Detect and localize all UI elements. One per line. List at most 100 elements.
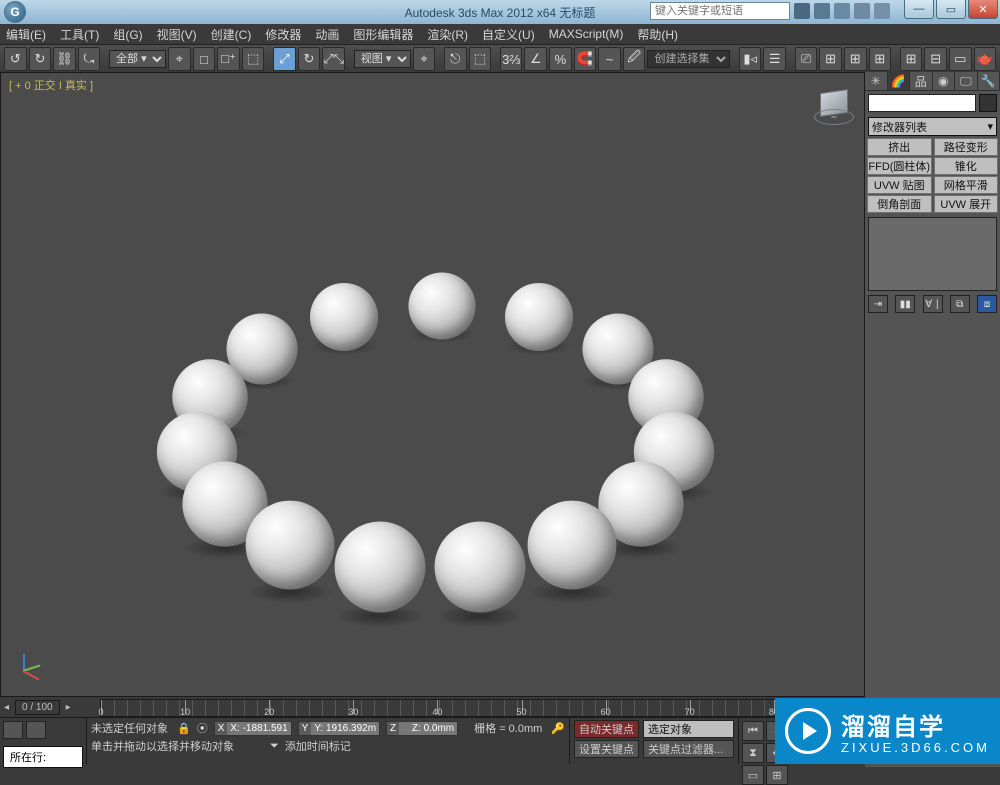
create-tab-icon[interactable]: ✳ bbox=[865, 72, 888, 90]
window-crossing-button[interactable]: ⬚ bbox=[242, 47, 265, 71]
fov-button[interactable]: ▭ bbox=[742, 765, 764, 785]
angle-snap-button[interactable]: ∠ bbox=[524, 47, 547, 71]
rotate-button[interactable]: ↻ bbox=[298, 47, 321, 71]
auto-key-button[interactable]: 自动关键点 bbox=[574, 720, 639, 738]
object-name-input[interactable] bbox=[868, 94, 976, 112]
render-iterative-button[interactable]: 🫖 bbox=[974, 47, 997, 71]
make-unique-button[interactable]: ∀ ∣ bbox=[923, 295, 943, 313]
modifier-list-dropdown[interactable]: 修改器列表▾ bbox=[868, 117, 997, 136]
viewcube[interactable] bbox=[812, 85, 854, 127]
ref-coord-dropdown[interactable]: 视图 ▾ bbox=[354, 50, 411, 68]
maximize-button[interactable]: ▭ bbox=[936, 0, 966, 19]
mod-btn-pathdeform[interactable]: 路径变形 bbox=[934, 138, 999, 156]
schematic-view-button[interactable]: ⊞ bbox=[844, 47, 867, 71]
mod-btn-uvwunwrap[interactable]: UVW 展开 bbox=[934, 195, 999, 213]
render-production-button[interactable]: ▭ bbox=[949, 47, 972, 71]
menu-tools[interactable]: 工具(T) bbox=[60, 26, 99, 43]
use-center-button[interactable]: ⌖ bbox=[413, 47, 436, 71]
selection-filter-dropdown[interactable]: 全部 ▾ bbox=[109, 50, 166, 68]
select-name-button[interactable]: □ bbox=[193, 47, 216, 71]
menu-rendering[interactable]: 渲染(R) bbox=[427, 26, 468, 43]
coord-x[interactable]: XX: -1881.591 bbox=[214, 721, 292, 736]
menu-group[interactable]: 组(G) bbox=[113, 26, 142, 43]
scale-button[interactable]: ⤢⤡ bbox=[322, 47, 345, 71]
menu-customize[interactable]: 自定义(U) bbox=[482, 26, 535, 43]
mod-btn-extrude[interactable]: 挤出 bbox=[867, 138, 932, 156]
link-button[interactable]: ⛓ bbox=[53, 47, 76, 71]
show-end-result-button[interactable]: ▮▮ bbox=[895, 295, 915, 313]
select-object-button[interactable]: ⌖ bbox=[168, 47, 191, 71]
max-viewport-button[interactable]: ⊞ bbox=[766, 765, 788, 785]
menu-help[interactable]: 帮助(H) bbox=[637, 26, 678, 43]
select-manipulate-button[interactable]: ⎋ bbox=[444, 47, 467, 71]
modify-tab-icon[interactable]: 🌈 bbox=[888, 72, 911, 90]
subscription-icon[interactable] bbox=[814, 3, 830, 19]
timeline-next-icon[interactable]: ▸ bbox=[66, 702, 71, 713]
unlink-button[interactable]: ⤿ bbox=[78, 47, 101, 71]
redo-button[interactable]: ↻ bbox=[29, 47, 52, 71]
keyboard-shortcut-button[interactable]: ⬚ bbox=[469, 47, 492, 71]
menu-maxscript[interactable]: MAXScript(M) bbox=[549, 27, 624, 41]
mod-btn-taper[interactable]: 锥化 bbox=[934, 157, 999, 175]
mod-btn-bevelprofile[interactable]: 倒角剖面 bbox=[867, 195, 932, 213]
menu-edit[interactable]: 编辑(E) bbox=[6, 26, 46, 43]
motion-tab-icon[interactable]: ◉ bbox=[933, 72, 956, 90]
material-editor-button[interactable]: ⊞ bbox=[869, 47, 892, 71]
configure-sets-button[interactable]: ⧈ bbox=[977, 295, 997, 313]
infocenter-search-input[interactable] bbox=[650, 2, 790, 20]
lock-selection-icon[interactable]: 🔒 bbox=[177, 722, 191, 735]
named-selection-sets-dropdown[interactable]: 创建选择集 bbox=[647, 50, 730, 68]
menu-grapheditors[interactable]: 图形编辑器 bbox=[353, 26, 413, 43]
selection-sets-dropdown[interactable]: 选定对象 bbox=[643, 720, 734, 738]
favorite-icon[interactable] bbox=[854, 3, 870, 19]
exchange-icon[interactable] bbox=[834, 3, 850, 19]
named-sel-edit-icon[interactable]: 🖉 bbox=[623, 47, 646, 71]
coord-y[interactable]: YY: 1916.392m bbox=[298, 721, 380, 736]
hierarchy-tab-icon[interactable]: 品 bbox=[910, 72, 933, 90]
time-config-button[interactable]: ⧗ bbox=[742, 743, 764, 763]
time-slider[interactable]: ◂ 0 / 100 ▸ 0102030405060708090 bbox=[0, 697, 865, 718]
pin-stack-button[interactable]: ⇥ bbox=[868, 295, 888, 313]
isolate-icon[interactable]: ⦿ bbox=[197, 720, 208, 736]
search-icon[interactable] bbox=[794, 3, 810, 19]
set-key-button[interactable]: 设置关键点 bbox=[574, 740, 639, 758]
snap-toggle-button[interactable]: 3⅔ bbox=[500, 47, 523, 71]
modifier-stack[interactable] bbox=[868, 217, 997, 291]
undo-button[interactable]: ↺ bbox=[4, 47, 27, 71]
add-time-tag-label[interactable]: 添加时间标记 bbox=[285, 738, 351, 754]
viewport-label[interactable]: [ + 0 正交 I 真实 ] bbox=[9, 77, 93, 93]
minimize-button[interactable]: — bbox=[904, 0, 934, 19]
menu-animation[interactable]: 动画 bbox=[315, 26, 339, 43]
key-filters-button[interactable]: 关键点过滤器... bbox=[643, 740, 734, 758]
mirror-button[interactable]: ▮◃ bbox=[739, 47, 762, 71]
mod-btn-ffdcyl[interactable]: FFD(圆柱体) bbox=[867, 157, 932, 175]
percent-snap-button[interactable]: % bbox=[549, 47, 572, 71]
help-icon[interactable] bbox=[874, 3, 890, 19]
key-icon[interactable]: 🔑 bbox=[551, 722, 565, 735]
goto-start-button[interactable]: ⏮ bbox=[742, 721, 764, 741]
object-color-swatch[interactable] bbox=[979, 94, 997, 112]
curve-editor-button[interactable]: ⊞ bbox=[819, 47, 842, 71]
render-setup-button[interactable]: ⊞ bbox=[900, 47, 923, 71]
menu-create[interactable]: 创建(C) bbox=[211, 26, 252, 43]
time-tag-icon[interactable]: ⏷ bbox=[270, 740, 279, 753]
menu-views[interactable]: 视图(V) bbox=[157, 26, 197, 43]
mod-btn-uvwmap[interactable]: UVW 贴图 bbox=[867, 176, 932, 194]
maxscript-mini-button[interactable] bbox=[3, 721, 23, 739]
app-icon[interactable]: G bbox=[4, 1, 26, 23]
edit-named-sel-button[interactable]: ~ bbox=[598, 47, 621, 71]
viewport[interactable]: [ + 0 正交 I 真实 ] bbox=[0, 72, 865, 697]
close-button[interactable]: ✕ bbox=[968, 0, 998, 19]
utilities-tab-icon[interactable]: 🔧 bbox=[978, 72, 1000, 90]
timeline-prev-icon[interactable]: ◂ bbox=[4, 702, 9, 713]
spinner-snap-button[interactable]: 🧲 bbox=[574, 47, 597, 71]
layer-manager-button[interactable]: ⎚ bbox=[795, 47, 818, 71]
display-tab-icon[interactable]: 🖵 bbox=[955, 72, 978, 90]
rendered-frame-button[interactable]: ⊟ bbox=[924, 47, 947, 71]
menu-modifiers[interactable]: 修改器 bbox=[265, 26, 301, 43]
mod-btn-meshsmooth[interactable]: 网格平滑 bbox=[934, 176, 999, 194]
listener-button[interactable] bbox=[26, 721, 46, 739]
timeline-ruler[interactable]: 0102030405060708090 bbox=[100, 699, 859, 717]
remove-modifier-button[interactable]: ⧉ bbox=[950, 295, 970, 313]
select-region-button[interactable]: □⁺ bbox=[217, 47, 240, 71]
